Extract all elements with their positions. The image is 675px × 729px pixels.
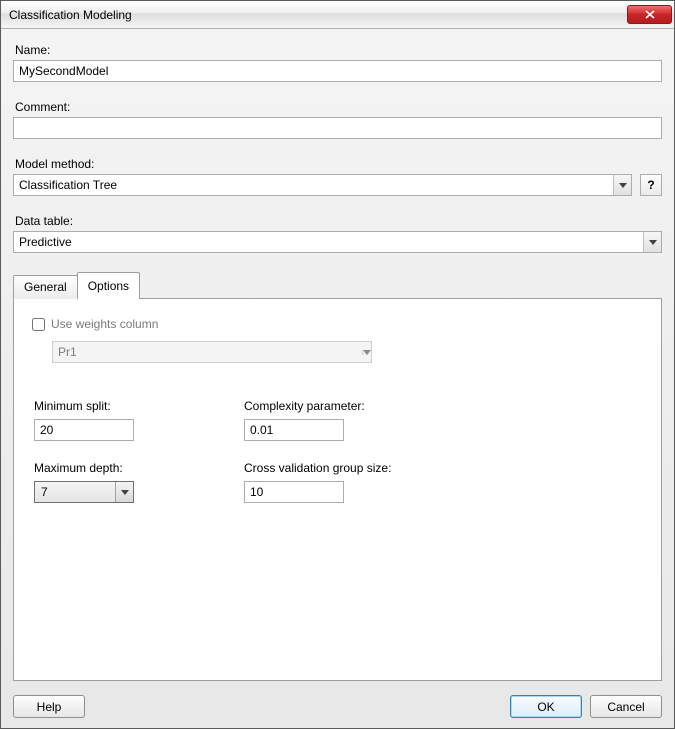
name-input[interactable] [13, 60, 662, 82]
tabstrip: General Options [13, 271, 662, 298]
window-title: Classification Modeling [9, 8, 627, 22]
dialog-window: Classification Modeling Name: Comment: M… [0, 0, 675, 729]
chevron-down-icon [362, 350, 371, 355]
data-table-label: Data table: [15, 214, 662, 228]
tab-general[interactable]: General [13, 275, 78, 299]
close-button[interactable] [627, 5, 672, 24]
close-icon [645, 10, 655, 19]
cancel-button[interactable]: Cancel [590, 695, 662, 718]
cancel-button-label: Cancel [607, 700, 644, 714]
cv-group-input[interactable] [244, 481, 344, 503]
complexity-label: Complexity parameter: [244, 399, 444, 413]
chevron-down-icon [613, 175, 631, 195]
use-weights-label: Use weights column [51, 317, 158, 331]
max-depth-value: 7 [41, 485, 48, 499]
footer: Help OK Cancel [13, 681, 662, 718]
question-icon: ? [647, 178, 654, 192]
use-weights-checkbox[interactable] [32, 318, 45, 331]
model-method-label: Model method: [15, 157, 662, 171]
max-depth-label: Maximum depth: [34, 461, 214, 475]
min-split-input[interactable] [34, 419, 134, 441]
tab-general-label: General [24, 280, 67, 294]
min-split-label: Minimum split: [34, 399, 214, 413]
max-depth-select[interactable]: 7 [34, 481, 134, 503]
weights-column-select: Pr1 [52, 341, 372, 363]
model-method-help-button[interactable]: ? [640, 174, 662, 196]
complexity-input[interactable] [244, 419, 344, 441]
comment-label: Comment: [15, 100, 662, 114]
chevron-down-icon [115, 482, 133, 502]
ok-button[interactable]: OK [510, 695, 582, 718]
use-weights-row: Use weights column [32, 317, 643, 331]
name-label: Name: [15, 43, 662, 57]
help-button-label: Help [37, 700, 62, 714]
chevron-down-icon [643, 232, 661, 252]
tabs-container: General Options Use weights column Pr1 M… [13, 271, 662, 681]
data-table-select[interactable]: Predictive [13, 231, 662, 253]
comment-input[interactable] [13, 117, 662, 139]
tabpanel-options: Use weights column Pr1 Minimum split: Co… [13, 298, 662, 681]
weights-column-value: Pr1 [58, 345, 77, 359]
ok-button-label: OK [537, 700, 554, 714]
data-table-value: Predictive [19, 235, 72, 249]
options-grid: Minimum split: Complexity parameter: Max… [34, 399, 643, 503]
titlebar: Classification Modeling [1, 1, 674, 29]
tab-options-label: Options [88, 279, 129, 293]
dialog-body: Name: Comment: Model method: Classificat… [1, 29, 674, 728]
model-method-value: Classification Tree [19, 178, 117, 192]
model-method-select[interactable]: Classification Tree [13, 174, 632, 196]
help-button[interactable]: Help [13, 695, 85, 718]
tab-options[interactable]: Options [77, 272, 140, 299]
cv-group-label: Cross validation group size: [244, 461, 444, 475]
